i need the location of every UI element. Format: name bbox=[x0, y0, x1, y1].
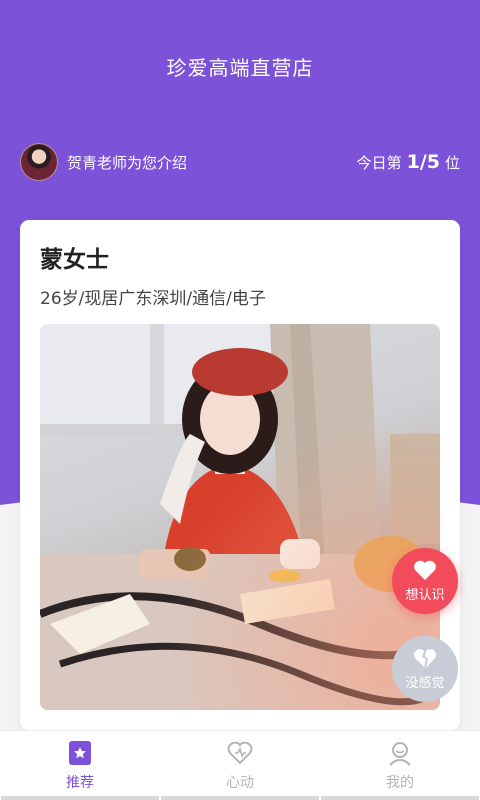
tab-heartbeat[interactable]: 心动 bbox=[160, 731, 320, 800]
tab-mine[interactable]: 我的 bbox=[320, 731, 480, 800]
page-title: 珍爱高端直营店 bbox=[166, 56, 314, 80]
rank-suffix: 位 bbox=[444, 154, 460, 172]
profile-name: 蒙女士 bbox=[40, 247, 109, 273]
profile-photo-illustration bbox=[40, 324, 440, 710]
heart-icon bbox=[227, 741, 253, 765]
profile-card[interactable]: 蒙女士 26岁/现居广东深圳/通信/电子 bbox=[20, 220, 460, 730]
heart-icon bbox=[414, 560, 436, 580]
avatar[interactable] bbox=[20, 143, 58, 181]
rank-value: 1/5 bbox=[406, 151, 440, 173]
bottom-tab-bar: 推荐 心动 我的 bbox=[0, 730, 480, 800]
pass-label: 没感觉 bbox=[405, 676, 445, 691]
person-icon bbox=[389, 742, 411, 766]
nav-indicator-segment bbox=[1, 796, 159, 800]
broken-heart-icon bbox=[414, 649, 436, 668]
intro-text: 贺青老师为您介绍 bbox=[67, 153, 188, 172]
profile-photo[interactable] bbox=[40, 324, 440, 710]
profile-info: 26岁/现居广东深圳/通信/电子 bbox=[40, 289, 266, 309]
like-button[interactable]: 想认识 bbox=[392, 548, 458, 614]
matchmaker-intro: 贺青老师为您介绍 今日第 1/5 位 bbox=[20, 143, 460, 181]
tab-recommend[interactable]: 推荐 bbox=[0, 731, 160, 800]
pass-button[interactable]: 没感觉 bbox=[392, 636, 458, 702]
star-bookmark-icon bbox=[69, 741, 91, 765]
rank-prefix: 今日第 bbox=[356, 154, 402, 172]
tab-label: 心动 bbox=[226, 775, 254, 791]
like-label: 想认识 bbox=[405, 588, 445, 603]
tab-label: 推荐 bbox=[66, 775, 94, 791]
tab-label: 我的 bbox=[386, 775, 414, 791]
nav-indicator-segment bbox=[161, 796, 319, 800]
nav-indicator-segment bbox=[321, 796, 479, 800]
daily-rank: 今日第 1/5 位 bbox=[357, 151, 460, 173]
nav-indicator bbox=[0, 796, 480, 800]
